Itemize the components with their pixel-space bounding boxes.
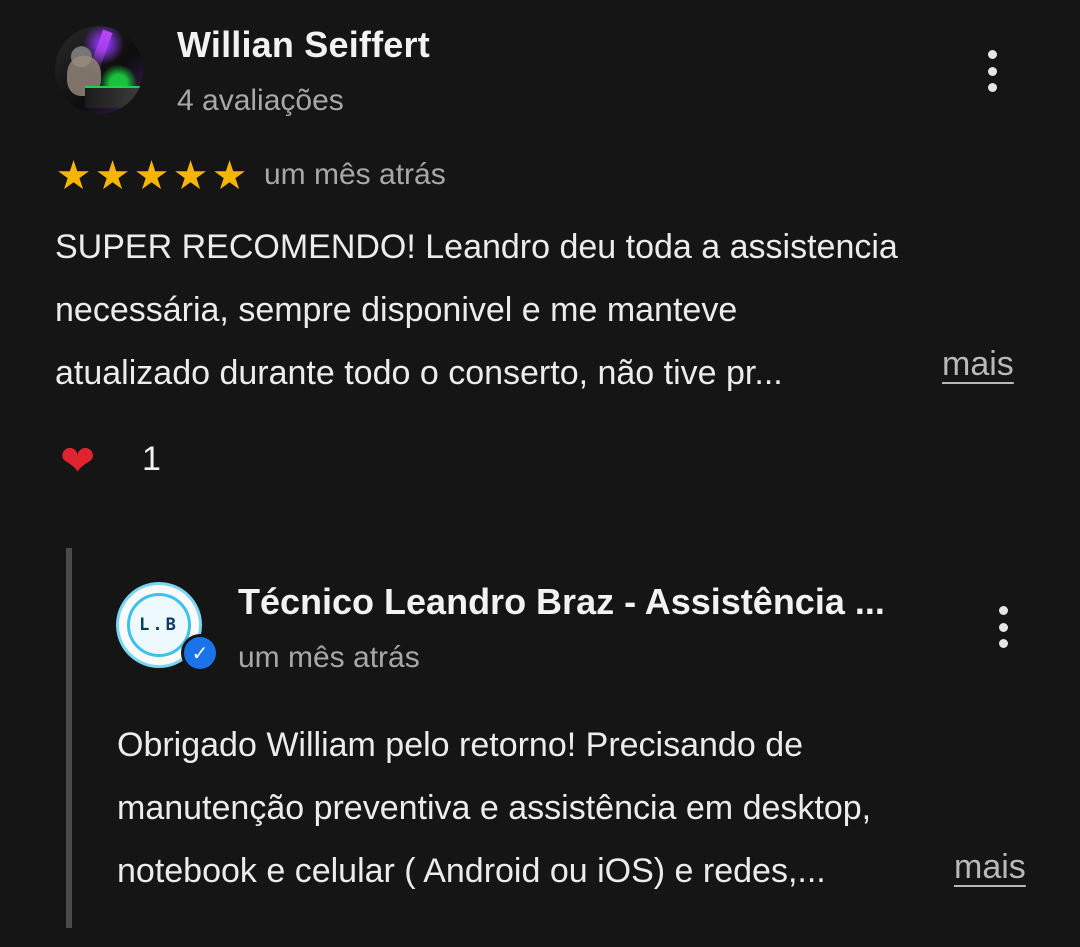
reply-text: Obrigado William pelo retorno! Precisand… — [117, 714, 1047, 903]
reaction-count: 1 — [142, 440, 161, 478]
owner-name[interactable]: Técnico Leandro Braz - Assistência ... — [238, 581, 885, 623]
review-text-line: atualizado durante todo o conserto, não … — [55, 354, 783, 392]
review-more-options-icon[interactable] — [986, 50, 998, 92]
reply-more-link[interactable]: mais — [954, 848, 1026, 887]
owner-avatar-logo: L.B — [127, 593, 191, 657]
reply-more-options-icon[interactable] — [997, 606, 1009, 648]
review-time: um mês atrás — [264, 158, 446, 191]
reply-indent-bar — [66, 548, 72, 928]
heart-icon[interactable]: ❤ — [60, 434, 95, 488]
reviewer-avatar[interactable] — [55, 26, 143, 114]
review-text-line: necessária, sempre disponivel e me mante… — [55, 291, 738, 329]
review-text: SUPER RECOMENDO! Leandro deu toda a assi… — [55, 216, 1040, 405]
reply-text-line: notebook e celular ( Android ou iOS) e r… — [117, 852, 826, 890]
reviewer-name[interactable]: Willian Seiffert — [177, 24, 430, 66]
reply-time: um mês atrás — [238, 641, 420, 674]
reply-text-line: manutenção preventiva e assistência em d… — [117, 789, 872, 827]
star-icon: ★ — [172, 154, 209, 198]
reply-text-line: Obrigado William pelo retorno! Precisand… — [117, 726, 804, 764]
verified-badge-icon: ✓ — [184, 637, 216, 669]
star-rating: ★ ★ ★ ★ ★ — [55, 156, 248, 196]
star-icon: ★ — [94, 154, 131, 198]
reviewer-review-count: 4 avaliações — [177, 84, 344, 117]
star-icon: ★ — [133, 154, 170, 198]
avatar-photo-dj-deck — [85, 86, 141, 108]
star-icon: ★ — [211, 154, 248, 198]
star-icon: ★ — [55, 154, 92, 198]
review-more-link[interactable]: mais — [942, 345, 1014, 384]
review-text-line: SUPER RECOMENDO! Leandro deu toda a assi… — [55, 228, 898, 266]
